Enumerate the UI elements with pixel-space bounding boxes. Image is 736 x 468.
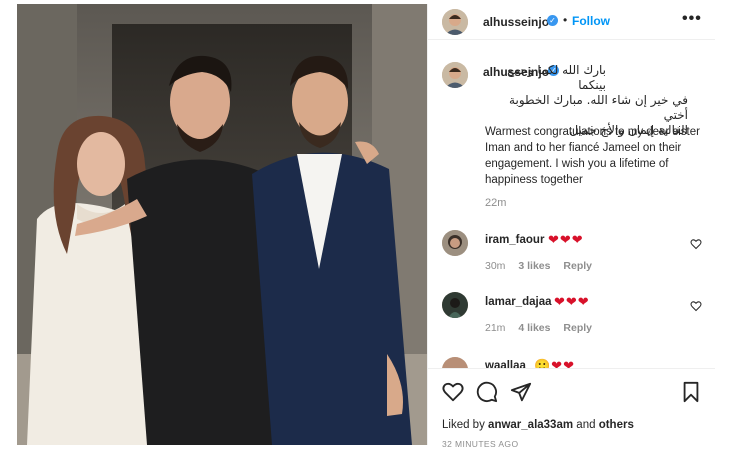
comment-meta: 30m 3 likes Reply	[485, 260, 592, 272]
comment-likes[interactable]: 3 likes	[518, 260, 550, 272]
bookmark-icon[interactable]	[680, 381, 702, 403]
comment-likes[interactable]: 4 likes	[518, 322, 550, 334]
commenter-avatar[interactable]	[442, 357, 468, 368]
comment-text: ❤❤❤	[554, 294, 590, 309]
comment-meta: 21m 4 likes Reply	[485, 322, 592, 334]
caption-arabic-line: في خير إن شاء الله. مبارك الخطوبة أختي	[509, 93, 688, 122]
post-sidebar: alhusseinjo ✓ • Follow ••• alhusseinjo ✓…	[427, 4, 715, 449]
post-actions: Liked by anwar_ala33am and others 32 MIN…	[428, 368, 715, 449]
comment-time[interactable]: 30m	[485, 260, 505, 272]
comment-item: waallaa 🙂❤❤	[428, 355, 715, 368]
post-header: alhusseinjo ✓ • Follow •••	[428, 4, 715, 40]
commenter-username[interactable]: lamar_dajaa	[485, 296, 552, 308]
comment-like-heart-icon[interactable]	[690, 238, 702, 250]
post-photo[interactable]	[17, 4, 427, 445]
verified-badge-icon: ✓	[547, 15, 558, 26]
liked-by-user[interactable]: anwar_ala33am	[488, 419, 573, 431]
caption-author-avatar[interactable]	[442, 62, 468, 88]
commenter-username[interactable]: iram_faour	[485, 234, 544, 246]
comment-item: lamar_dajaa ❤❤❤ 21m 4 likes Reply	[428, 292, 715, 338]
separator-dot: •	[563, 13, 568, 27]
post-timestamp[interactable]: 32 MINUTES AGO	[442, 439, 518, 449]
liked-by-others[interactable]: others	[599, 419, 634, 431]
commenter-avatar[interactable]	[442, 292, 468, 318]
caption-arabic-line: بارك الله لكما وجمع بينكما	[507, 63, 606, 92]
author-username[interactable]: alhusseinjo	[483, 15, 549, 29]
commenter-avatar[interactable]	[442, 230, 468, 256]
caption-time[interactable]: 22m	[485, 197, 506, 209]
caption-english: Warmest congratulations to my dear siste…	[485, 126, 700, 186]
engagement-photo	[17, 4, 427, 445]
comment-text: ❤❤❤	[548, 232, 584, 247]
follow-button[interactable]: Follow	[572, 14, 610, 28]
liked-by-and: and	[576, 419, 596, 431]
post-frame: alhusseinjo ✓ • Follow ••• alhusseinjo ✓…	[0, 0, 736, 468]
reply-button[interactable]: Reply	[563, 322, 592, 334]
more-options-icon[interactable]: •••	[682, 10, 702, 28]
comment-item: iram_faour ❤❤❤ 30m 3 likes Reply	[428, 230, 715, 276]
comment-text: 🙂❤❤	[534, 358, 575, 368]
comment-time[interactable]: 21m	[485, 322, 505, 334]
liked-by-summary: Liked by anwar_ala33am and others	[442, 419, 634, 431]
comment-like-heart-icon[interactable]	[690, 300, 702, 312]
paper-plane-icon[interactable]	[510, 381, 532, 403]
heart-outline-icon[interactable]	[442, 381, 464, 403]
liked-by-prefix: Liked by	[442, 419, 485, 431]
speech-bubble-icon[interactable]	[476, 381, 498, 403]
reply-button[interactable]: Reply	[563, 260, 592, 272]
author-avatar[interactable]	[442, 9, 468, 35]
commenter-username[interactable]: waallaa	[485, 360, 526, 368]
